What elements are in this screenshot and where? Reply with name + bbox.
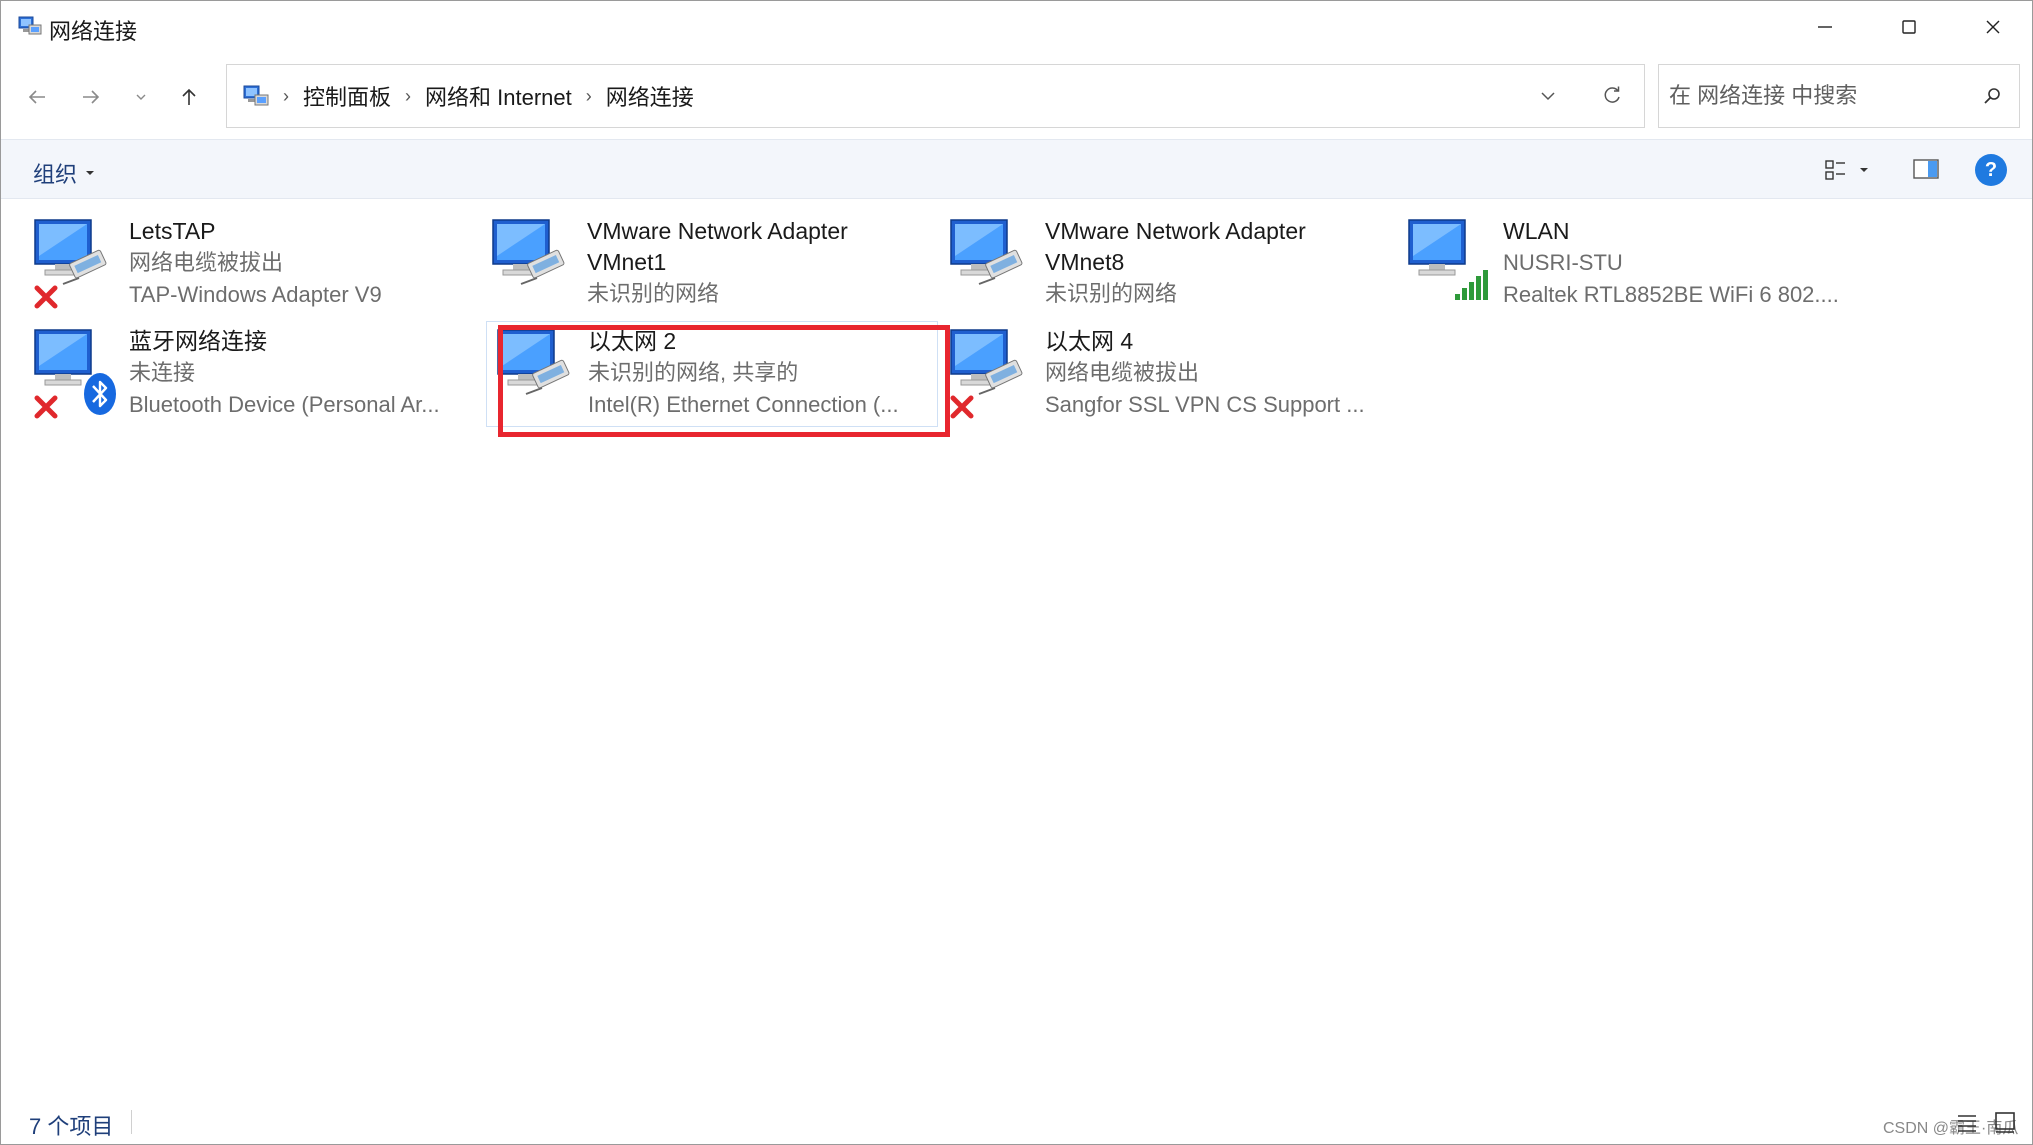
connection-texts: WLAN NUSRI-STU Realtek RTL8852BE WiFi 6 … <box>1503 216 1848 311</box>
connection-item-bluetooth[interactable]: 蓝牙网络连接 未连接 Bluetooth Device (Personal Ar… <box>33 326 473 426</box>
back-button[interactable] <box>17 77 57 117</box>
arrow-right-icon <box>83 90 100 104</box>
title-bar: 网络连接 <box>1 1 2032 53</box>
connection-item-wlan[interactable]: WLAN NUSRI-STU Realtek RTL8852BE WiFi 6 … <box>1407 216 1847 316</box>
breadcrumb-separator[interactable]: › <box>586 86 592 107</box>
bluetooth-icon <box>84 373 116 415</box>
connection-name: VMware Network Adapter <box>1045 218 1306 244</box>
help-button[interactable]: ? <box>1975 154 2007 186</box>
maximize-icon <box>1902 20 1916 34</box>
command-bar: 组织 ? <box>1 139 2032 199</box>
preview-pane-button[interactable] <box>1911 154 1943 186</box>
minimize-button[interactable] <box>1783 1 1867 53</box>
connection-status: 网络电缆被拔出 <box>1045 360 1200 385</box>
refresh-icon <box>1604 86 1620 103</box>
wifi-adapter-icon <box>1407 216 1499 312</box>
connection-name: 蓝牙网络连接 <box>129 328 267 354</box>
breadcrumb-network-connections[interactable]: 网络连接 <box>606 80 694 112</box>
breadcrumb-network-internet[interactable]: 网络和 Internet <box>425 80 572 112</box>
connection-device: Bluetooth Device (Personal Ar... <box>129 392 440 417</box>
ethernet-adapter-icon <box>949 216 1041 312</box>
address-history-button[interactable] <box>1533 81 1563 111</box>
connection-name-line2: VMnet8 <box>1045 249 1125 275</box>
close-icon <box>1986 20 2000 34</box>
maximize-button[interactable] <box>1867 1 1951 53</box>
breadcrumb-separator: › <box>283 85 289 106</box>
connection-device: Sangfor SSL VPN CS Support ... <box>1045 392 1365 417</box>
connection-texts: VMware Network Adapter VMnet8 未识别的网络 <box>1045 216 1390 310</box>
connection-name: 以太网 4 <box>1045 328 1134 354</box>
search-input[interactable] <box>1669 65 1969 127</box>
preview-pane-icon <box>1913 159 1939 179</box>
arrow-up-icon <box>182 88 196 105</box>
connection-name: WLAN <box>1503 218 1570 244</box>
details-view-button[interactable] <box>1955 1110 1979 1134</box>
caret-down-icon <box>1860 168 1868 172</box>
caret-down-icon <box>86 171 95 175</box>
signal-bars-icon <box>1455 270 1488 300</box>
organize-label: 组织 <box>33 162 78 187</box>
connection-item-letstap[interactable]: LetsTAP 网络电缆被拔出 TAP-Windows Adapter V9 <box>33 216 473 316</box>
organize-menu-button[interactable]: 组织 <box>33 157 95 189</box>
network-connections-icon <box>243 85 269 106</box>
breadcrumb-control-panel[interactable]: 控制面板 <box>303 80 391 112</box>
connection-status: 未识别的网络 <box>1045 281 1178 306</box>
refresh-button[interactable] <box>1597 81 1627 111</box>
search-box <box>1658 64 2020 128</box>
connection-item-vmnet1[interactable]: VMware Network Adapter VMnet1 未识别的网络 <box>491 216 931 316</box>
change-view-button[interactable] <box>1823 154 1883 186</box>
close-button[interactable] <box>1951 1 2033 53</box>
connection-status: 未连接 <box>129 360 196 385</box>
ethernet-adapter-icon <box>949 326 1041 422</box>
x-mark-icon <box>34 285 58 309</box>
tiles-view-button[interactable] <box>1993 1110 2017 1134</box>
x-mark-icon <box>34 395 58 419</box>
connection-texts: 以太网 4 网络电缆被拔出 Sangfor SSL VPN CS Support… <box>1045 326 1390 421</box>
chevron-down-icon <box>136 94 146 100</box>
connection-status: 未识别的网络 <box>587 281 720 306</box>
up-button[interactable] <box>169 77 209 117</box>
bluetooth-adapter-icon <box>33 326 125 422</box>
breadcrumb-separator[interactable]: › <box>405 86 411 107</box>
ethernet-adapter-icon <box>33 216 125 312</box>
item-count: 7 个项目 <box>29 1114 114 1139</box>
connection-item-ethernet-4[interactable]: 以太网 4 网络电缆被拔出 Sangfor SSL VPN CS Support… <box>949 326 1389 426</box>
minimize-icon <box>1818 26 1832 28</box>
address-bar[interactable]: › 控制面板 › 网络和 Internet › 网络连接 <box>226 64 1645 128</box>
navigation-bar: › 控制面板 › 网络和 Internet › 网络连接 <box>1 53 2032 139</box>
search-button[interactable] <box>1977 81 2007 111</box>
search-icon <box>1984 88 2000 104</box>
connection-texts: 蓝牙网络连接 未连接 Bluetooth Device (Personal Ar… <box>129 326 474 421</box>
x-mark-icon <box>950 395 974 419</box>
connection-name: LetsTAP <box>129 218 216 244</box>
arrow-left-icon <box>28 90 45 104</box>
network-connections-icon <box>18 16 42 35</box>
connection-status: NUSRI-STU <box>1503 250 1623 275</box>
connection-name-line2: VMnet1 <box>587 249 667 275</box>
tiles-view-icon <box>1995 1112 2015 1133</box>
view-options-icon <box>1825 160 1845 180</box>
window-title: 网络连接 <box>49 19 138 44</box>
connections-list: LetsTAP 网络电缆被拔出 TAP-Windows Adapter V9 V… <box>1 200 2032 1100</box>
annotation-highlight-box <box>498 325 950 437</box>
forward-button[interactable] <box>71 77 111 117</box>
connection-item-vmnet8[interactable]: VMware Network Adapter VMnet8 未识别的网络 <box>949 216 1389 316</box>
recent-locations-button[interactable] <box>121 77 161 117</box>
connection-texts: LetsTAP 网络电缆被拔出 TAP-Windows Adapter V9 <box>129 216 474 311</box>
status-divider <box>131 1110 132 1134</box>
connection-device: Realtek RTL8852BE WiFi 6 802.... <box>1503 282 1839 307</box>
connection-texts: VMware Network Adapter VMnet1 未识别的网络 <box>587 216 932 310</box>
breadcrumb: › 控制面板 › 网络和 Internet › 网络连接 <box>279 65 694 127</box>
connection-status: 网络电缆被拔出 <box>129 250 284 275</box>
status-bar: 7 个项目 CSDN @霸王·南瓜 <box>1 1100 2032 1144</box>
connection-name: VMware Network Adapter <box>587 218 848 244</box>
explorer-window: 网络连接 › 控制面板 › 网络和 Internet › 网络连接 在 网络连接… <box>0 0 2033 1145</box>
details-view-icon <box>1958 1115 1976 1132</box>
connection-device: TAP-Windows Adapter V9 <box>129 282 382 307</box>
chevron-down-icon <box>1541 92 1555 101</box>
ethernet-adapter-icon <box>491 216 583 312</box>
